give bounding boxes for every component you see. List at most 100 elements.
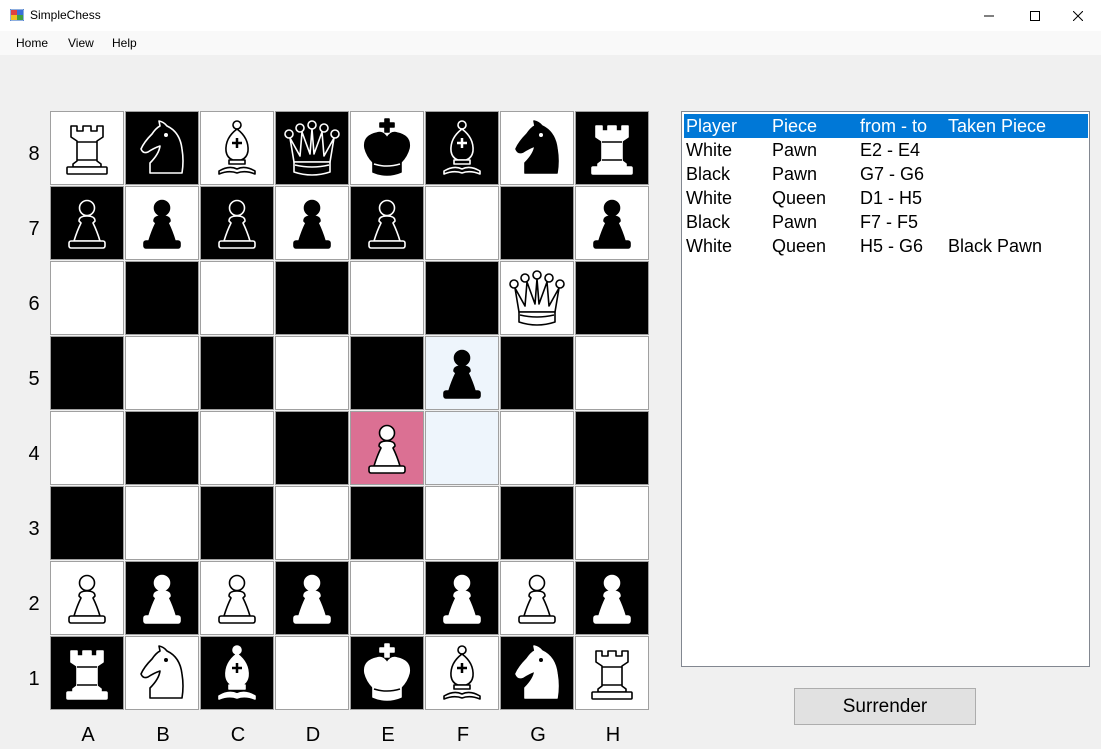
move-piece: Pawn — [772, 164, 818, 184]
square-e7[interactable] — [350, 186, 424, 260]
move-from-to: H5 - G6 — [860, 236, 924, 256]
square-h3[interactable] — [575, 486, 649, 560]
square-d5[interactable] — [275, 336, 349, 410]
square-c5[interactable] — [200, 336, 274, 410]
square-f2[interactable] — [425, 561, 499, 635]
move-row[interactable]: Black Pawn G7 - G6 — [684, 162, 1088, 186]
header-taken-piece: Taken Piece — [948, 116, 1047, 136]
maximize-icon — [1030, 10, 1040, 21]
square-a4[interactable] — [50, 411, 124, 485]
square-f3[interactable] — [425, 486, 499, 560]
move-piece: Queen — [772, 188, 827, 208]
square-g3[interactable] — [500, 486, 574, 560]
square-b6[interactable] — [125, 261, 199, 335]
white-bishop-icon — [218, 120, 256, 175]
square-d8[interactable] — [275, 111, 349, 185]
square-e3[interactable] — [350, 486, 424, 560]
close-icon — [1073, 10, 1083, 21]
square-b2[interactable] — [125, 561, 199, 635]
square-f4[interactable] — [425, 411, 499, 485]
square-a7[interactable] — [50, 186, 124, 260]
square-b4[interactable] — [125, 411, 199, 485]
square-f5[interactable] — [425, 336, 499, 410]
move-list-header[interactable]: Player Piece from - to Taken Piece — [684, 114, 1088, 138]
move-row[interactable]: Black Pawn F7 - F5 — [684, 210, 1088, 234]
square-g1[interactable] — [500, 636, 574, 710]
square-g6[interactable] — [500, 261, 574, 335]
square-d4[interactable] — [275, 411, 349, 485]
menu-help[interactable]: Help — [112, 36, 137, 50]
white-pawn-icon — [68, 574, 106, 624]
square-h6[interactable] — [575, 261, 649, 335]
square-g7[interactable] — [500, 186, 574, 260]
square-g5[interactable] — [500, 336, 574, 410]
surrender-button[interactable]: Surrender — [794, 688, 976, 725]
square-a1[interactable] — [50, 636, 124, 710]
black-pawn-icon — [443, 349, 481, 399]
black-pawn-icon — [293, 199, 331, 249]
square-b1[interactable] — [125, 636, 199, 710]
move-row[interactable]: White Pawn E2 - E4 — [684, 138, 1088, 162]
close-button[interactable] — [1055, 0, 1101, 31]
rank-label-3: 3 — [28, 518, 40, 540]
square-d3[interactable] — [275, 486, 349, 560]
square-h2[interactable] — [575, 561, 649, 635]
black-pawn-icon — [593, 199, 631, 249]
header-player: Player — [686, 116, 738, 136]
move-row[interactable]: White Queen D1 - H5 — [684, 186, 1088, 210]
square-c8[interactable] — [200, 111, 274, 185]
square-h7[interactable] — [575, 186, 649, 260]
header-piece: Piece — [772, 116, 818, 136]
square-d2[interactable] — [275, 561, 349, 635]
square-e6[interactable] — [350, 261, 424, 335]
square-a5[interactable] — [50, 336, 124, 410]
square-a2[interactable] — [50, 561, 124, 635]
move-piece: Pawn — [772, 140, 818, 160]
title-bar: SimpleChess — [0, 0, 1101, 31]
black-queen-icon — [284, 120, 340, 176]
square-c2[interactable] — [200, 561, 274, 635]
move-row[interactable]: White Queen H5 - G6 Black Pawn — [684, 234, 1088, 258]
square-a6[interactable] — [50, 261, 124, 335]
menu-home[interactable]: Home — [16, 36, 48, 50]
square-g2[interactable] — [500, 561, 574, 635]
square-a8[interactable] — [50, 111, 124, 185]
move-history-list[interactable]: Player Piece from - to Taken Piece White… — [681, 111, 1090, 667]
square-f8[interactable] — [425, 111, 499, 185]
square-a3[interactable] — [50, 486, 124, 560]
square-e2[interactable] — [350, 561, 424, 635]
square-g8[interactable] — [500, 111, 574, 185]
square-f7[interactable] — [425, 186, 499, 260]
square-h5[interactable] — [575, 336, 649, 410]
square-b8[interactable] — [125, 111, 199, 185]
move-from-to: G7 - G6 — [860, 164, 925, 184]
square-d6[interactable] — [275, 261, 349, 335]
square-b7[interactable] — [125, 186, 199, 260]
square-c1[interactable] — [200, 636, 274, 710]
square-h4[interactable] — [575, 411, 649, 485]
square-c4[interactable] — [200, 411, 274, 485]
square-f1[interactable] — [425, 636, 499, 710]
menu-view[interactable]: View — [68, 36, 94, 50]
maximize-button[interactable] — [1012, 0, 1058, 31]
square-g4[interactable] — [500, 411, 574, 485]
square-c6[interactable] — [200, 261, 274, 335]
square-c3[interactable] — [200, 486, 274, 560]
white-pawn-icon — [293, 574, 331, 624]
square-c7[interactable] — [200, 186, 274, 260]
rank-label-1: 1 — [28, 668, 40, 690]
square-d7[interactable] — [275, 186, 349, 260]
square-h8[interactable] — [575, 111, 649, 185]
square-e4[interactable] — [350, 411, 424, 485]
minimize-button[interactable] — [966, 0, 1012, 31]
rank-label-6: 6 — [28, 293, 40, 315]
square-e8[interactable] — [350, 111, 424, 185]
file-label-b: B — [156, 724, 170, 746]
square-e5[interactable] — [350, 336, 424, 410]
square-b5[interactable] — [125, 336, 199, 410]
square-e1[interactable] — [350, 636, 424, 710]
square-d1[interactable] — [275, 636, 349, 710]
square-b3[interactable] — [125, 486, 199, 560]
square-f6[interactable] — [425, 261, 499, 335]
square-h1[interactable] — [575, 636, 649, 710]
